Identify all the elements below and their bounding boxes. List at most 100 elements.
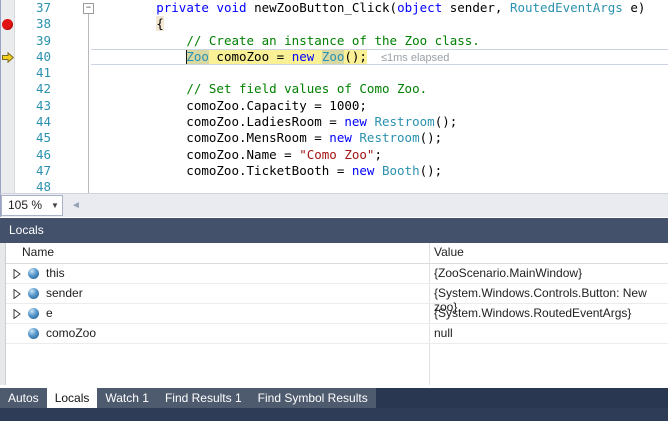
code-token: new [352, 163, 375, 178]
code-text[interactable]: Zoo comoZoo = new Zoo();≤1ms elapsed [96, 49, 668, 65]
outline-margin [59, 179, 96, 193]
line-number: 44 [15, 114, 59, 130]
code-token: ; [374, 147, 382, 162]
line-number: 45 [15, 130, 59, 146]
code-text[interactable]: // Set field values of Como Zoo. [96, 81, 668, 97]
combobox-arrow-icon[interactable]: ▼ [48, 201, 62, 210]
outline-margin [59, 33, 96, 49]
code-token: new [344, 114, 367, 129]
locals-row-sender[interactable]: sender{System.Windows.Controls.Button: N… [6, 284, 668, 304]
breakpoint-icon[interactable] [2, 19, 13, 30]
tab-watch-1[interactable]: Watch 1 [97, 388, 157, 408]
breakpoint-margin[interactable] [1, 49, 15, 65]
code-line-47[interactable]: 47 comoZoo.TicketBooth = new Booth(); [1, 163, 668, 179]
tab-find-symbol-results[interactable]: Find Symbol Results [250, 388, 376, 408]
code-line-43[interactable]: 43 comoZoo.Capacity = 1000; [1, 98, 668, 114]
locals-row-e[interactable]: e{System.Windows.RoutedEventArgs} [6, 304, 668, 324]
code-line-46[interactable]: 46 comoZoo.Name = "Como Zoo"; [1, 147, 668, 163]
breakpoint-margin[interactable] [1, 114, 15, 130]
collapse-minus-icon[interactable]: − [83, 3, 94, 14]
breakpoint-margin[interactable] [1, 163, 15, 179]
breakpoint-margin[interactable] [1, 179, 15, 193]
code-token: object [397, 0, 442, 15]
tab-autos[interactable]: Autos [0, 388, 47, 408]
breakpoint-margin[interactable] [1, 0, 15, 16]
breakpoint-margin[interactable] [1, 130, 15, 146]
code-token [314, 49, 322, 64]
code-text[interactable] [96, 65, 668, 81]
locals-row-comoZoo[interactable]: comoZoonull [6, 324, 668, 344]
line-number: 43 [15, 98, 59, 114]
editor-zoom-combobox[interactable]: 105 % ▼ [1, 195, 63, 216]
code-token: sender, [442, 0, 510, 15]
expand-triangle-icon[interactable] [13, 269, 21, 279]
code-token [374, 163, 382, 178]
code-token: (); [344, 49, 367, 64]
vs-debugger-window: 37− private void newZooButton_Click(obje… [0, 0, 668, 421]
locals-table-header: Name Value [6, 243, 668, 264]
locals-panel-body: Name Value this {ZooScenario.MainWindow} s… [0, 243, 668, 385]
locals-row-this[interactable]: this {ZooScenario.MainWindow} [6, 264, 668, 284]
breakpoint-margin[interactable] [1, 33, 15, 49]
variable-value: {ZooScenario.MainWindow} [434, 266, 582, 280]
breakpoint-margin[interactable] [1, 16, 15, 32]
line-number: 42 [15, 81, 59, 97]
code-text[interactable]: private void newZooButton_Click(object s… [96, 0, 668, 16]
code-token: private [156, 0, 209, 15]
code-line-42[interactable]: 42 // Set field values of Como Zoo. [1, 81, 668, 97]
tab-locals[interactable]: Locals [47, 385, 98, 408]
breakpoint-margin[interactable] [1, 65, 15, 81]
code-token: RoutedEventArgs [510, 0, 623, 15]
code-token: (); [420, 130, 443, 145]
window-bottom-strip [0, 408, 668, 421]
code-token: Booth [382, 163, 420, 178]
outline-margin [59, 114, 96, 130]
expand-triangle-icon[interactable] [13, 289, 21, 299]
code-token [96, 81, 186, 96]
code-line-38[interactable]: 38 { [1, 16, 668, 32]
code-token: comoZoo.TicketBooth = [96, 163, 352, 178]
perf-tip[interactable]: ≤1ms elapsed [381, 52, 449, 64]
code-line-48[interactable]: 48 [1, 179, 668, 193]
code-editor[interactable]: 37− private void newZooButton_Click(obje… [0, 0, 668, 193]
breakpoint-margin[interactable] [1, 81, 15, 97]
code-line-41[interactable]: 41 [1, 65, 668, 81]
variable-icon [28, 308, 39, 319]
code-text[interactable] [96, 179, 668, 193]
code-line-37[interactable]: 37− private void newZooButton_Click(obje… [1, 0, 668, 16]
code-token: comoZoo.LadiesRoom = [96, 114, 344, 129]
code-line-40[interactable]: 40 Zoo comoZoo = new Zoo();≤1ms elapsed [1, 49, 668, 65]
code-text[interactable]: // Create an instance of the Zoo class. [96, 33, 668, 49]
code-text[interactable]: comoZoo.LadiesRoom = new Restroom(); [96, 114, 668, 130]
code-line-45[interactable]: 45 comoZoo.MensRoom = new Restroom(); [1, 130, 668, 146]
code-text[interactable]: comoZoo.MensRoom = new Restroom(); [96, 130, 668, 146]
code-text[interactable]: comoZoo.Name = "Como Zoo"; [96, 147, 668, 163]
variable-name: this [46, 266, 65, 280]
code-line-44[interactable]: 44 comoZoo.LadiesRoom = new Restroom(); [1, 114, 668, 130]
locals-panel-title: Locals [9, 223, 44, 237]
variable-icon [28, 328, 39, 339]
column-header-name[interactable]: Name [22, 245, 54, 259]
tab-find-results-1[interactable]: Find Results 1 [157, 388, 250, 408]
code-token: "Como Zoo" [299, 147, 374, 162]
code-token: Zoo [186, 49, 209, 64]
code-text[interactable]: { [96, 16, 668, 32]
outline-margin [59, 81, 96, 97]
line-number: 40 [15, 49, 59, 65]
outline-margin [59, 16, 96, 32]
expand-triangle-icon[interactable] [13, 309, 21, 319]
code-token: (); [435, 114, 458, 129]
line-number: 38 [15, 16, 59, 32]
scroll-left-arrow-icon[interactable]: ◄ [63, 200, 81, 211]
line-number: 41 [15, 65, 59, 81]
breakpoint-margin[interactable] [1, 147, 15, 163]
code-token: Zoo [322, 49, 345, 64]
line-number: 47 [15, 163, 59, 179]
code-token: // Set field values of Como Zoo. [186, 81, 427, 96]
breakpoint-margin[interactable] [1, 98, 15, 114]
column-header-value[interactable]: Value [434, 245, 464, 259]
code-token: Restroom [359, 130, 419, 145]
code-line-39[interactable]: 39 // Create an instance of the Zoo clas… [1, 33, 668, 49]
code-text[interactable]: comoZoo.TicketBooth = new Booth(); [96, 163, 668, 179]
code-text[interactable]: comoZoo.Capacity = 1000; [96, 98, 668, 114]
